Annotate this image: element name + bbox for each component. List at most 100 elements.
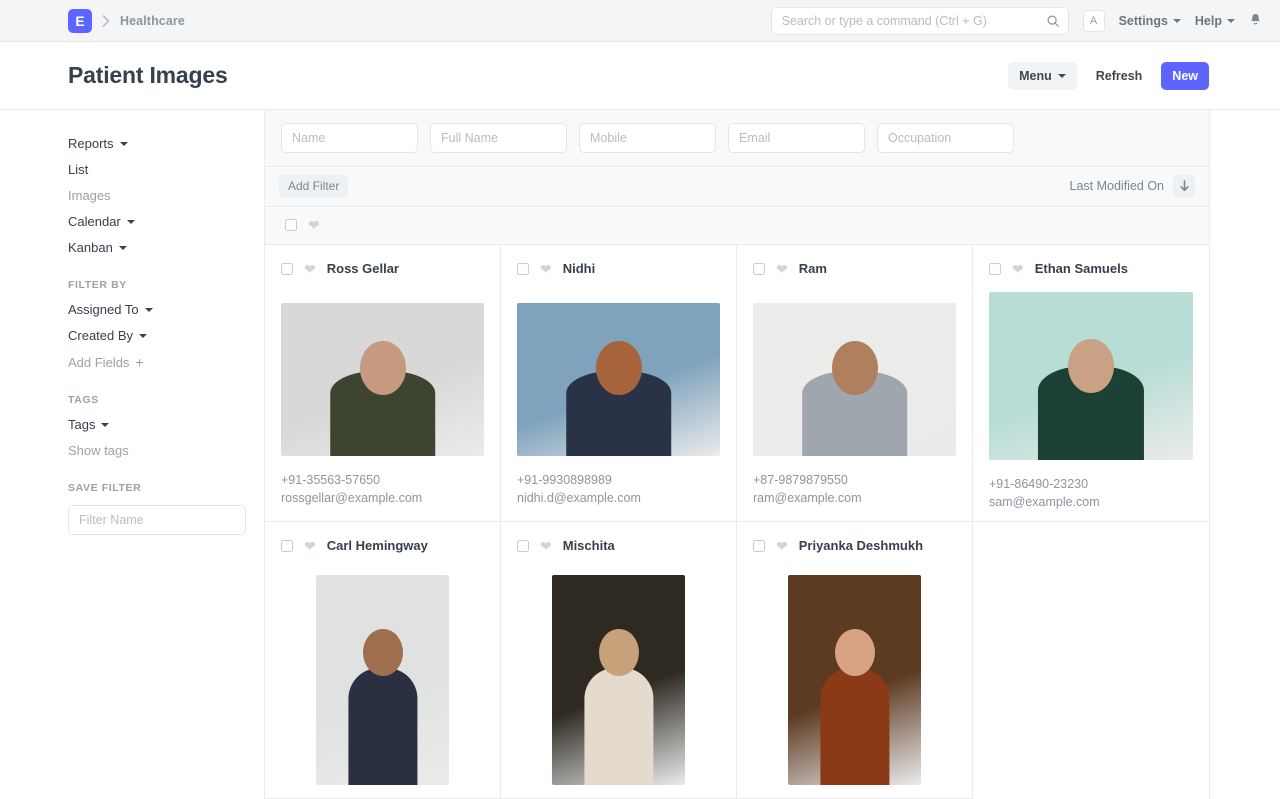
sidebar-item-kanban[interactable]: Kanban <box>68 240 127 255</box>
new-button[interactable]: New <box>1161 62 1209 90</box>
bell-icon[interactable] <box>1249 13 1262 29</box>
card-checkbox[interactable] <box>281 263 293 275</box>
card-checkbox[interactable] <box>753 263 765 275</box>
card-phone: +87-9879879550 <box>753 472 956 490</box>
heart-icon[interactable]: ❤ <box>776 539 788 553</box>
breadcrumb-healthcare[interactable]: Healthcare <box>120 14 185 28</box>
sidebar-item-show-tags[interactable]: Show tags <box>68 443 129 458</box>
sidebar-item-calendar[interactable]: Calendar <box>68 214 135 229</box>
sidebar-item-label: Kanban <box>68 240 113 255</box>
photo-head-shape <box>360 341 406 395</box>
photo-head-shape <box>363 629 403 676</box>
card-title[interactable]: Priyanka Deshmukh <box>799 538 923 553</box>
filter-name-input[interactable] <box>68 505 246 535</box>
photo-figure-shape <box>584 668 653 786</box>
card-checkbox[interactable] <box>517 263 529 275</box>
card-image-wrap <box>281 303 484 456</box>
photo-head-shape <box>596 341 642 395</box>
card-image-wrap <box>517 575 720 785</box>
search-input[interactable] <box>782 14 1046 28</box>
card-checkbox[interactable] <box>281 540 293 552</box>
heart-icon[interactable]: ❤ <box>304 539 316 553</box>
heart-icon[interactable]: ❤ <box>304 262 316 276</box>
card-checkbox[interactable] <box>989 263 1001 275</box>
sidebar-views: Reports List Images Calendar Kanban <box>68 136 264 255</box>
card-header: ❤ Mischita <box>517 538 720 553</box>
image-card[interactable]: ❤ Priyanka Deshmukh <box>737 522 973 799</box>
sidebar-item-list[interactable]: List <box>68 162 88 177</box>
card-checkbox[interactable] <box>517 540 529 552</box>
refresh-button[interactable]: Refresh <box>1085 62 1154 90</box>
card-image-wrap <box>753 303 956 456</box>
sidebar-item-assigned-to[interactable]: Assigned To <box>68 302 153 317</box>
chevron-down-icon <box>139 334 147 338</box>
search-box[interactable] <box>771 7 1069 35</box>
patient-photo[interactable] <box>788 575 921 785</box>
plus-icon: + <box>135 354 143 370</box>
filter-input-mobile[interactable] <box>579 123 716 153</box>
sidebar-tags-title: TAGS <box>68 394 264 406</box>
sidebar-item-tags[interactable]: Tags <box>68 417 109 432</box>
select-all-checkbox[interactable] <box>285 219 297 231</box>
sidebar-save-filter-title: SAVE FILTER <box>68 482 264 494</box>
menu-button[interactable]: Menu <box>1008 62 1077 90</box>
sidebar-item-label: Reports <box>68 136 114 151</box>
filter-input-full-name[interactable] <box>430 123 567 153</box>
chevron-down-icon <box>1173 19 1181 23</box>
image-card[interactable]: ❤ Mischita <box>501 522 737 799</box>
card-title[interactable]: Ethan Samuels <box>1035 261 1128 276</box>
heart-icon[interactable]: ❤ <box>1012 262 1024 276</box>
search-icon[interactable] <box>1046 14 1060 28</box>
heart-icon[interactable]: ❤ <box>776 262 788 276</box>
avatar[interactable]: A <box>1083 10 1105 32</box>
photo-head-shape <box>835 629 875 676</box>
photo-head-shape <box>832 341 878 395</box>
image-card[interactable]: ❤Nidhi+91-9930898989nidhi.d@example.com <box>501 245 737 522</box>
card-title[interactable]: Ram <box>799 261 827 276</box>
image-card[interactable]: ❤ Carl Hemingway <box>265 522 501 799</box>
filter-input-email[interactable] <box>728 123 865 153</box>
card-title[interactable]: Nidhi <box>563 261 596 276</box>
patient-photo[interactable] <box>517 303 720 456</box>
filter-input-occupation[interactable] <box>877 123 1014 153</box>
page-body: ReportsListImagesCalendarKanban FILTER B… <box>0 110 1280 799</box>
patient-photo[interactable] <box>552 575 685 785</box>
sidebar-item-label: Created By <box>68 328 133 343</box>
card-header: ❤ Ross Gellar <box>281 261 484 276</box>
patient-photo[interactable] <box>753 303 956 456</box>
sidebar-item-images[interactable]: Images <box>68 188 111 203</box>
heart-icon[interactable]: ❤ <box>540 262 552 276</box>
card-title[interactable]: Mischita <box>563 538 615 553</box>
patient-photo[interactable] <box>989 292 1193 460</box>
top-navbar: E Healthcare A Settings Help <box>0 0 1280 42</box>
sidebar-item-add-fields[interactable]: Add Fields+ <box>68 354 144 370</box>
sidebar-item-label: Tags <box>68 417 95 432</box>
heart-icon[interactable]: ❤ <box>540 539 552 553</box>
sidebar-item-label: Show tags <box>68 443 129 458</box>
add-filter-button[interactable]: Add Filter <box>279 175 348 197</box>
sidebar-item-reports[interactable]: Reports <box>68 136 128 151</box>
filter-input-name[interactable] <box>281 123 418 153</box>
image-card[interactable]: ❤Ross Gellar+91-35563-57650rossgellar@ex… <box>265 245 501 522</box>
image-card[interactable]: ❤Ethan Samuels+91-86490-23230sam@example… <box>973 245 1209 522</box>
list-view-main: Add Filter Last Modified On ❤ ❤ Ross Gell… <box>264 110 1210 799</box>
heart-icon[interactable]: ❤ <box>308 218 320 232</box>
image-card[interactable]: ❤Ram+87-9879879550ram@example.com <box>737 245 973 522</box>
card-email: rossgellar@example.com <box>281 490 484 508</box>
card-phone: +91-9930898989 <box>517 472 720 490</box>
photo-head-shape <box>1068 339 1114 393</box>
standard-filter-area <box>265 110 1209 167</box>
card-title[interactable]: Carl Hemingway <box>327 538 428 553</box>
patient-photo[interactable] <box>281 303 484 456</box>
chevron-down-icon <box>1227 19 1235 23</box>
app-logo[interactable]: E <box>68 9 92 33</box>
card-header: ❤ Carl Hemingway <box>281 538 484 553</box>
patient-photo[interactable] <box>316 575 449 785</box>
help-menu[interactable]: Help <box>1195 14 1235 28</box>
sort-field-label[interactable]: Last Modified On <box>1070 179 1165 193</box>
sidebar-item-created-by[interactable]: Created By <box>68 328 147 343</box>
sort-direction-button[interactable] <box>1173 175 1195 197</box>
card-checkbox[interactable] <box>753 540 765 552</box>
settings-menu[interactable]: Settings <box>1119 14 1181 28</box>
card-title[interactable]: Ross Gellar <box>327 261 399 276</box>
